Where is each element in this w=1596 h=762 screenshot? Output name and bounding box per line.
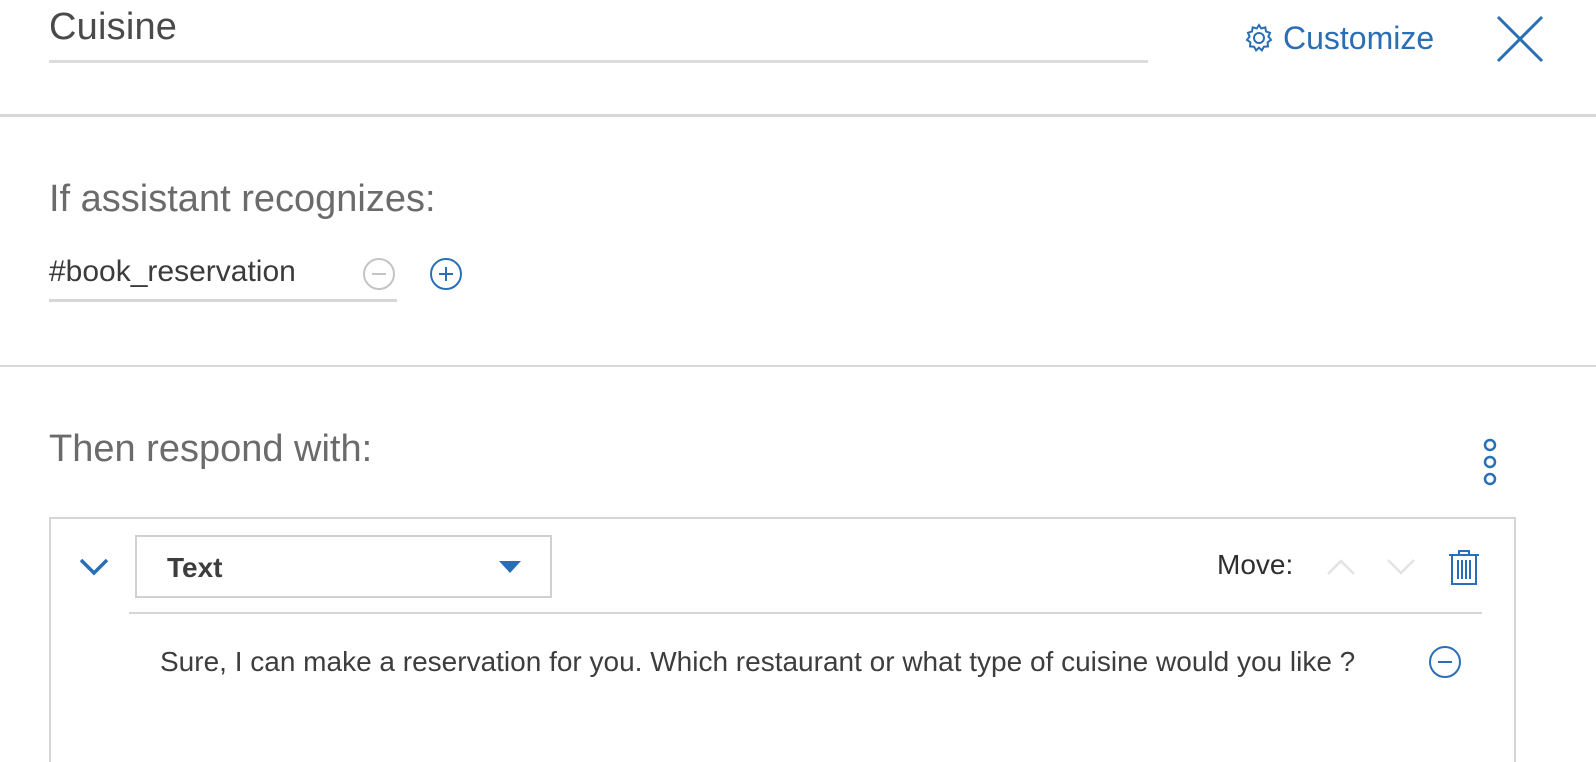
move-label: Move: bbox=[1217, 549, 1294, 580]
response-text-input[interactable]: Sure, I can make a reservation for you. … bbox=[160, 643, 1390, 680]
minus-circle-icon[interactable] bbox=[1428, 645, 1462, 679]
responses-heading: Then respond with: bbox=[49, 428, 373, 470]
section-divider bbox=[0, 365, 1596, 367]
condition-value: #book_reservation bbox=[49, 255, 296, 288]
node-name-field[interactable]: Cuisine bbox=[49, 0, 1148, 63]
kebab-menu-icon[interactable] bbox=[1476, 436, 1504, 488]
plus-circle-icon[interactable] bbox=[429, 257, 463, 291]
customize-label: Customize bbox=[1283, 19, 1435, 56]
header-divider bbox=[0, 114, 1596, 117]
chevron-down-icon[interactable] bbox=[78, 555, 110, 579]
conditions-heading: If assistant recognizes: bbox=[49, 178, 436, 220]
chevron-down-icon[interactable] bbox=[1385, 555, 1417, 579]
response-type-value: Text bbox=[167, 552, 223, 583]
chevron-up-icon[interactable] bbox=[1325, 555, 1357, 579]
response-type-select[interactable]: Text bbox=[135, 535, 552, 598]
close-icon[interactable] bbox=[1495, 14, 1545, 64]
caret-down-icon bbox=[499, 561, 521, 573]
dialog-node-editor: Cuisine Customize If assistant recognize… bbox=[0, 0, 1596, 762]
node-name-value: Cuisine bbox=[49, 6, 178, 48]
gear-icon bbox=[1245, 23, 1273, 53]
trash-icon[interactable] bbox=[1447, 548, 1481, 586]
card-divider bbox=[129, 612, 1482, 614]
minus-circle-icon[interactable] bbox=[362, 257, 396, 291]
customize-button[interactable]: Customize bbox=[1243, 16, 1434, 60]
condition-input[interactable]: #book_reservation bbox=[49, 252, 397, 302]
